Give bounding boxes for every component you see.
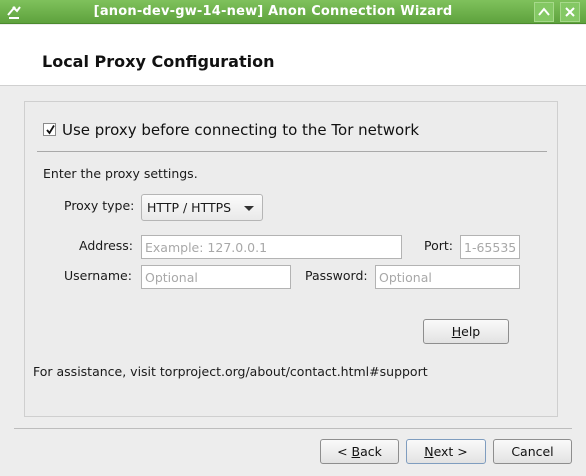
window-title: [anon-dev-gw-14-new] Anon Connection Wiz… <box>93 4 453 19</box>
help-mnemonic: H <box>451 324 462 339</box>
footer-divider <box>14 428 572 429</box>
password-label: Password: <box>305 268 368 283</box>
proxy-settings-panel: Use proxy before connecting to the Tor n… <box>24 101 558 417</box>
password-input[interactable] <box>376 266 519 288</box>
next-button[interactable]: Next > <box>406 439 486 464</box>
checkmark-icon <box>46 125 55 135</box>
header-divider <box>0 85 586 86</box>
username-field-wrap <box>141 265 291 289</box>
use-proxy-label[interactable]: Use proxy before connecting to the Tor n… <box>62 121 419 139</box>
port-label: Port: <box>424 238 453 253</box>
use-proxy-checkbox[interactable] <box>43 123 56 136</box>
username-label: Username: <box>64 268 132 283</box>
back-button[interactable]: < Back <box>320 439 399 464</box>
page-title: Local Proxy Configuration <box>42 52 275 71</box>
maximize-button[interactable] <box>534 2 554 22</box>
title-bar[interactable]: [anon-dev-gw-14-new] Anon Connection Wiz… <box>0 0 586 24</box>
proxy-type-value: HTTP / HTTPS <box>147 200 232 215</box>
back-label: ack <box>360 444 382 459</box>
assistance-text: For assistance, visit torproject.org/abo… <box>33 364 428 379</box>
proxy-type-select[interactable]: HTTP / HTTPS <box>141 194 263 221</box>
cancel-button[interactable]: Cancel <box>493 439 572 464</box>
proxy-type-label: Proxy type: <box>64 198 135 213</box>
page-header: Local Proxy Configuration <box>0 25 586 85</box>
address-field-wrap <box>141 235 402 259</box>
back-prefix: < <box>337 444 352 459</box>
next-mnemonic: N <box>424 444 434 459</box>
username-input[interactable] <box>142 266 290 288</box>
help-label: elp <box>461 324 481 339</box>
section-divider <box>37 151 547 152</box>
address-label: Address: <box>79 238 133 253</box>
wizard-window: [anon-dev-gw-14-new] Anon Connection Wiz… <box>0 0 586 476</box>
port-field-wrap <box>460 235 520 259</box>
port-input[interactable] <box>461 236 519 258</box>
password-field-wrap <box>375 265 520 289</box>
back-mnemonic: B <box>351 444 361 459</box>
next-label: ext > <box>433 444 468 459</box>
close-button[interactable] <box>560 2 580 22</box>
chevron-down-icon <box>244 206 254 211</box>
help-button[interactable]: Help <box>423 319 509 344</box>
app-icon[interactable] <box>5 3 23 21</box>
instruction-text: Enter the proxy settings. <box>43 166 198 181</box>
address-input[interactable] <box>142 236 401 258</box>
